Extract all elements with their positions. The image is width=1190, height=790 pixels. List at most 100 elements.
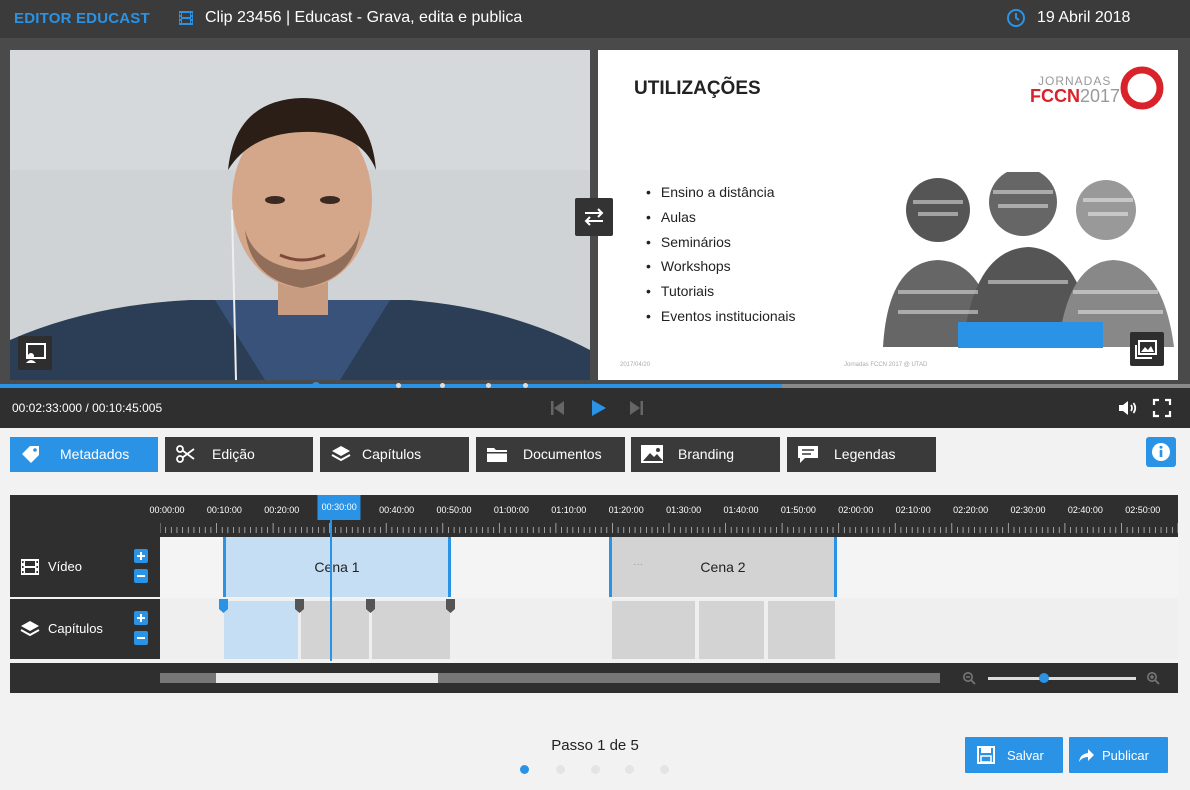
tick-label: 01:40:00 bbox=[723, 505, 759, 515]
bullet-item: Eventos institucionais bbox=[646, 304, 796, 329]
fccn-ring-logo bbox=[1120, 66, 1164, 110]
chapter-block[interactable] bbox=[768, 601, 835, 659]
scene-block[interactable]: Cena 1 bbox=[223, 537, 451, 597]
tab-label: Legendas bbox=[834, 446, 896, 462]
slides-view-button[interactable] bbox=[1130, 332, 1164, 366]
chapter-block[interactable] bbox=[301, 601, 369, 659]
chapter-flag-icon[interactable] bbox=[366, 599, 375, 613]
slide-footer-date: 2017/04/20 bbox=[620, 362, 651, 368]
chapters-track[interactable] bbox=[160, 599, 1178, 659]
presenter-image bbox=[10, 50, 590, 380]
next-icon[interactable] bbox=[624, 396, 648, 420]
info-button[interactable] bbox=[1146, 437, 1176, 467]
speech-bubble-icon bbox=[798, 446, 818, 463]
tab-capitulos[interactable]: Capítulos bbox=[320, 437, 469, 472]
slide-title: UTILIZAÇÕES bbox=[634, 78, 761, 99]
chapter-block[interactable] bbox=[612, 601, 695, 659]
bullet-item: Workshops bbox=[646, 254, 796, 279]
chapter-block[interactable] bbox=[699, 601, 764, 659]
tick-label: 02:40:00 bbox=[1067, 505, 1103, 515]
time-readout: 00:02:33:000 / 00:10:45:005 bbox=[12, 401, 163, 415]
add-chapter-button[interactable] bbox=[134, 611, 148, 625]
chapter-block[interactable] bbox=[372, 601, 450, 659]
tick-label: 00:40:00 bbox=[379, 505, 415, 515]
fccn-logo-main: FCCN bbox=[1030, 86, 1080, 106]
fullscreen-icon[interactable] bbox=[1150, 396, 1174, 420]
add-scene-button[interactable] bbox=[134, 549, 148, 563]
swap-views-button[interactable] bbox=[575, 198, 613, 236]
scroll-thumb[interactable] bbox=[216, 673, 438, 683]
slides-view[interactable]: UTILIZAÇÕES JORNADAS FCCN2017 Ensino a d… bbox=[598, 50, 1178, 380]
tag-icon bbox=[22, 446, 39, 463]
step-dots bbox=[520, 765, 680, 777]
top-bar: EDITOR EDUCAST Clip 23456 | Educast - Gr… bbox=[0, 0, 1190, 38]
chapters-track-label: Capítulos bbox=[48, 621, 103, 636]
bullet-item: Tutoriais bbox=[646, 279, 796, 304]
step-dot[interactable] bbox=[591, 765, 600, 774]
timeline-scroll-zoom-bar bbox=[10, 663, 1178, 693]
editor-tabs: Metadados Edição Capítulos Documentos Br… bbox=[0, 437, 1190, 472]
remove-scene-button[interactable] bbox=[134, 569, 148, 583]
remove-chapter-button[interactable] bbox=[134, 631, 148, 645]
chapter-flag-icon[interactable] bbox=[295, 599, 304, 613]
chapters-track-header: Capítulos bbox=[10, 599, 160, 659]
chapter-flag-icon[interactable] bbox=[446, 599, 455, 613]
step-dot[interactable] bbox=[556, 765, 565, 774]
timeline-playhead[interactable] bbox=[330, 515, 332, 661]
app-brand: EDITOR EDUCAST bbox=[14, 10, 150, 27]
presenter-view-button[interactable] bbox=[18, 336, 52, 370]
presenter-board-icon bbox=[26, 343, 46, 363]
tab-branding[interactable]: Branding bbox=[631, 437, 780, 472]
tab-label: Capítulos bbox=[362, 446, 422, 462]
player-controls: 00:02:33:000 / 00:10:45:005 bbox=[0, 388, 1190, 428]
zoom-slider-handle[interactable] bbox=[1039, 673, 1050, 683]
floppy-disk-icon bbox=[977, 746, 995, 764]
chapter-block[interactable] bbox=[224, 601, 298, 659]
play-icon[interactable] bbox=[586, 396, 610, 420]
current-date: 19 Abril 2018 bbox=[1037, 9, 1131, 26]
scissors-icon bbox=[176, 445, 195, 463]
tick-label: 01:10:00 bbox=[551, 505, 587, 515]
tab-label: Documentos bbox=[523, 446, 602, 462]
publish-button[interactable]: Publicar bbox=[1069, 737, 1168, 773]
step-dot[interactable] bbox=[660, 765, 669, 774]
folder-icon bbox=[487, 448, 507, 462]
chapter-flag-icon[interactable] bbox=[219, 599, 228, 613]
tick-label: 00:50:00 bbox=[436, 505, 472, 515]
timeline-scrollbar[interactable] bbox=[160, 673, 940, 683]
step-dot[interactable] bbox=[520, 765, 529, 774]
zoom-out-icon[interactable] bbox=[962, 671, 976, 685]
tick-label: 02:50:00 bbox=[1125, 505, 1161, 515]
zoom-in-icon[interactable] bbox=[1146, 671, 1160, 685]
tab-documentos[interactable]: Documentos bbox=[476, 437, 625, 472]
video-track[interactable]: Cena 1 ··· Cena 2 bbox=[160, 537, 1178, 597]
scene-label: Cena 1 bbox=[314, 559, 360, 575]
timeline-ruler[interactable]: 00:00:00 00:10:00 00:20:00 00:30:00 00:40:00… bbox=[10, 495, 1178, 537]
save-label: Salvar bbox=[1007, 748, 1044, 763]
share-arrow-icon bbox=[1079, 749, 1094, 762]
editor-app: EDITOR EDUCAST Clip 23456 | Educast - Gr… bbox=[0, 0, 1190, 790]
tab-metadados[interactable]: Metadados bbox=[10, 437, 158, 472]
tick-label: 00:20:00 bbox=[264, 505, 300, 515]
video-player: UTILIZAÇÕES JORNADAS FCCN2017 Ensino a d… bbox=[0, 38, 1190, 428]
tab-legendas[interactable]: Legendas bbox=[787, 437, 936, 472]
fccn-logo: FCCN2017 bbox=[1030, 86, 1120, 107]
previous-icon[interactable] bbox=[546, 396, 570, 420]
scene-label: Cena 2 bbox=[700, 559, 746, 575]
bullet-item: Aulas bbox=[646, 205, 796, 230]
tab-label: Branding bbox=[678, 446, 735, 462]
gallery-icon bbox=[1135, 340, 1157, 359]
layers-icon bbox=[331, 446, 351, 462]
volume-icon[interactable] bbox=[1116, 396, 1140, 420]
scene-block[interactable]: ··· Cena 2 bbox=[609, 537, 837, 597]
timeline-editor: 00:00:00 00:10:00 00:20:00 00:30:00 00:40:00… bbox=[10, 495, 1178, 693]
zoom-slider[interactable] bbox=[988, 673, 1136, 683]
presenter-video[interactable] bbox=[10, 50, 590, 380]
image-icon bbox=[641, 445, 663, 463]
step-dot[interactable] bbox=[625, 765, 634, 774]
save-button[interactable]: Salvar bbox=[965, 737, 1063, 773]
video-track-header: Vídeo bbox=[10, 537, 160, 597]
slide-bullets: Ensino a distância Aulas Seminários Work… bbox=[646, 180, 796, 329]
tick-label: 02:30:00 bbox=[1010, 505, 1046, 515]
tab-edicao[interactable]: Edição bbox=[165, 437, 313, 472]
